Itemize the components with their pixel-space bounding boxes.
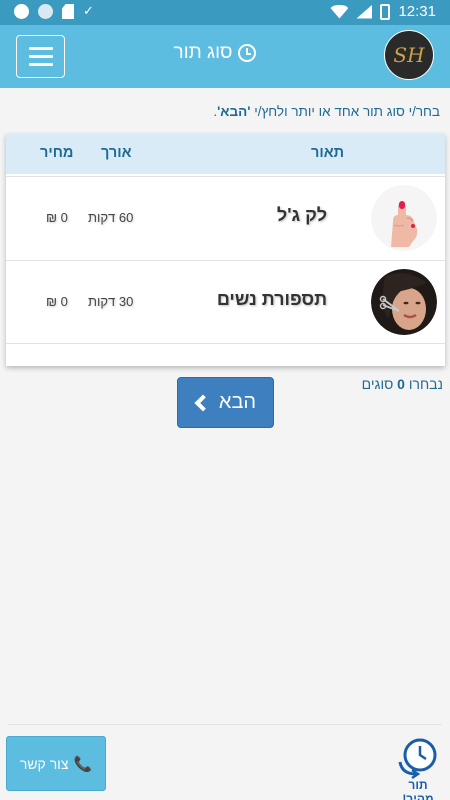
quick-appointment-button[interactable]: תור מהיר! [392, 736, 444, 800]
service-price: 0 ₪ [46, 210, 68, 225]
header-price: מחיר [40, 145, 74, 161]
check-icon: ✓ [83, 4, 94, 19]
header-length: אורך [101, 145, 132, 161]
notification-dot-icon [38, 4, 53, 19]
contact-button[interactable]: 📞 צור קשר [6, 736, 106, 791]
status-bar-system: 12:31 [330, 3, 436, 20]
phone-icon: 📞 [73, 755, 93, 773]
service-table: תאור אורך מחיר לק ג'ל 60 דקות 0 ₪ תספורת… [6, 134, 445, 366]
notification-dot-icon [14, 4, 29, 19]
status-bar: ✓ 12:31 [0, 0, 450, 25]
service-name: לק ג'ל [276, 205, 327, 225]
service-name: תספורת נשים [216, 289, 327, 309]
service-price: 0 ₪ [46, 294, 68, 309]
logo-monogram: SH [393, 43, 425, 67]
instruction-text: בחר/י סוג תור אחד או יותר ולחץ/י 'הבא'. [213, 104, 440, 119]
hamburger-icon [28, 47, 53, 50]
clock-icon [238, 44, 257, 62]
contact-button-label: צור קשר [19, 755, 69, 772]
table-row[interactable]: לק ג'ל 60 דקות 0 ₪ [6, 176, 445, 260]
battery-icon [380, 3, 391, 20]
service-length: 60 דקות [88, 210, 134, 225]
next-button-label: הבא [218, 391, 257, 413]
page-title: סוג תור [150, 42, 280, 64]
next-button[interactable]: הבא [177, 377, 274, 428]
footer-divider [8, 724, 442, 725]
table-header: תאור אורך מחיר [6, 134, 445, 174]
chevron-left-icon [194, 394, 212, 411]
hamburger-icon [28, 55, 53, 58]
hamburger-icon [28, 63, 53, 66]
menu-button[interactable] [16, 35, 65, 78]
selected-count: נבחרו 0 סוגים [361, 376, 443, 392]
sd-card-icon [62, 4, 74, 19]
wifi-icon [330, 4, 349, 19]
signal-icon [356, 4, 373, 19]
quick-appointment-label: תור מהיר! [402, 778, 434, 800]
quick-clock-icon [398, 738, 437, 780]
business-logo[interactable]: SH [384, 30, 434, 80]
app-bar: סוג תור SH [0, 25, 450, 88]
page-title-text: סוג תור [173, 42, 233, 63]
woman-haircut-icon [371, 269, 437, 335]
table-row[interactable]: תספורת נשים 30 דקות 0 ₪ [6, 260, 445, 344]
status-bar-notifications: ✓ [14, 4, 98, 19]
clock-time: 12:31 [398, 3, 436, 20]
service-length: 30 דקות [88, 294, 134, 309]
header-description: תאור [311, 145, 345, 161]
nail-polish-hand-icon [371, 185, 437, 251]
